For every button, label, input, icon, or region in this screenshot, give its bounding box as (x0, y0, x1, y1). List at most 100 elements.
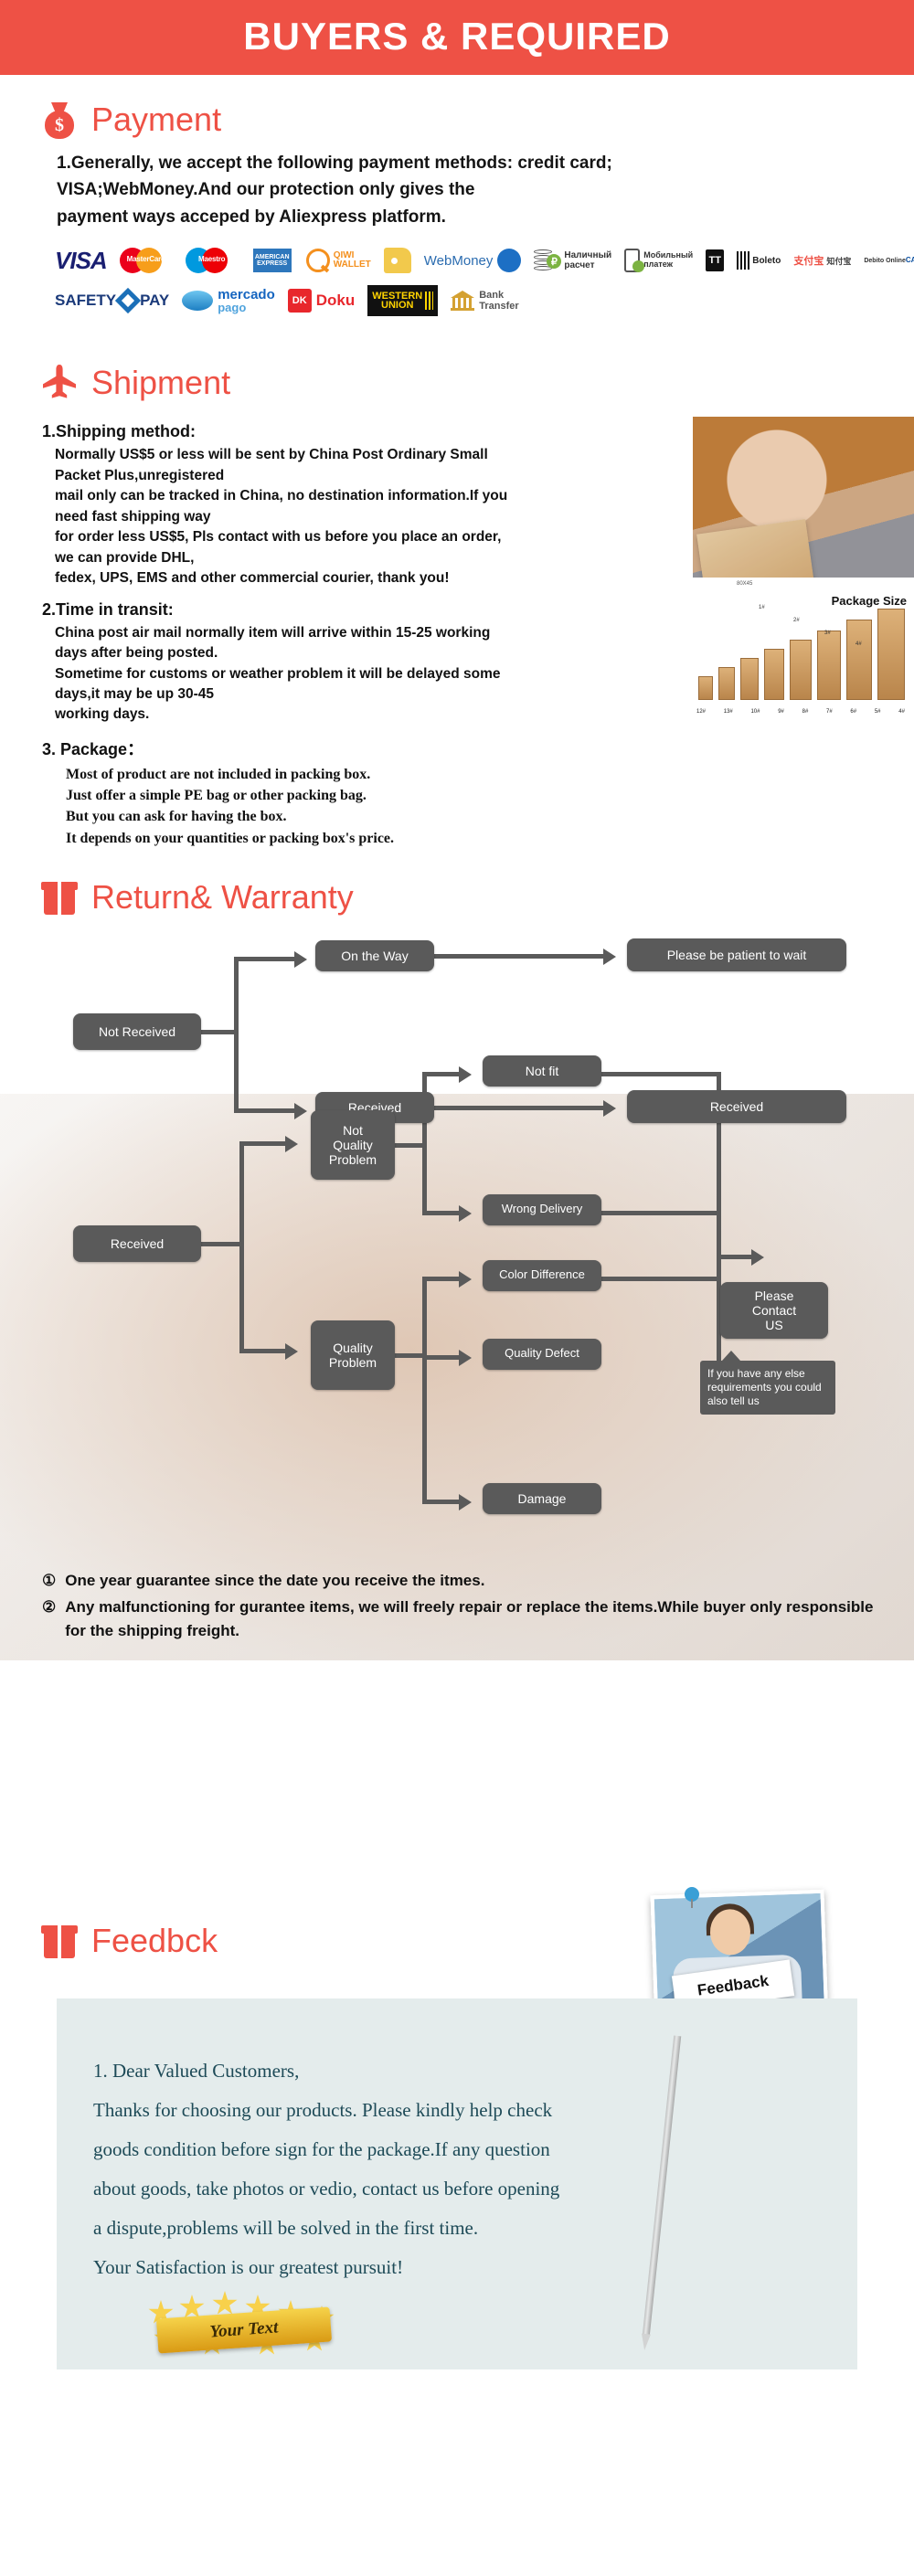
ruler-4: 8# (802, 709, 809, 716)
transit-line-1: China post air mail normally item will a… (55, 624, 491, 662)
guarantee-text-2: Any malfunctioning for gurantee items, w… (65, 1598, 874, 1639)
flow-line (422, 1276, 462, 1281)
pushpin-icon (682, 1886, 702, 1908)
flow-line (601, 1210, 720, 1215)
qiwi-label-2: WALLET (333, 260, 371, 270)
debito-label-1: Debito Online (864, 257, 906, 264)
doku-label: Doku (315, 292, 356, 310)
flow-arrow (459, 1065, 472, 1083)
transit-line-3: working days. (55, 706, 150, 723)
gift-box-icon (38, 876, 80, 918)
payment-description: 1.Generally, we accept the following pay… (0, 144, 914, 230)
bank-label-1: Bank (479, 290, 505, 302)
flow-arrow (294, 1102, 307, 1119)
webmoney-logo: WebMoney (424, 245, 522, 276)
package-line-3: But you can ask for having the box. (66, 809, 287, 825)
flow-arrow (294, 950, 307, 968)
flow-node-please-be-patient: Please be patient to wait (627, 938, 846, 971)
page-banner-title: BUYERS & REQUIRED (0, 0, 914, 75)
boleto-logo: Boleto (737, 245, 781, 276)
contact-line-3: US (765, 1317, 783, 1332)
shipping-method-line-1: Normally US$5 or less will be sent by Ch… (55, 447, 488, 483)
payment-logos-row-2: SAFETY PAY mercado pago DK Doku WESTERN … (55, 285, 914, 317)
package-label-2: 2# (793, 618, 800, 624)
ruler-5: 7# (826, 709, 833, 716)
flow-line (234, 956, 298, 961)
flow-arrow (285, 1135, 298, 1152)
warranty-flowcharts: Not Received On the Way Received Please … (0, 929, 914, 1880)
package-line-4: It depends on your quantities or packing… (66, 830, 395, 846)
flow-line (395, 1352, 426, 1358)
letter-line-4: about goods, take photos or vedio, conta… (93, 2177, 560, 2200)
webmoney-label: WebMoney (423, 252, 494, 269)
shipping-method-line-3: for order less US$5, Pls contact with us… (55, 529, 502, 566)
flow-line (434, 953, 608, 959)
flow-line (201, 1029, 238, 1034)
flow-node-please-contact-us: Please Contact US (720, 1281, 828, 1339)
qiwi-wallet-logo: QIWI WALLET (305, 245, 371, 276)
letter-line-5: a dispute,problems will be solved in the… (93, 2216, 479, 2239)
feedback-letter: 1. Dear Valued Customers, Thanks for cho… (57, 1998, 857, 2369)
payment-line-1: 1.Generally, we accept the following pay… (57, 154, 612, 173)
ribbon-label: Your Text (155, 2306, 333, 2354)
package-size-caption: Package Size (831, 594, 907, 609)
ruler-1: 13# (723, 709, 733, 716)
contact-line-1: Please (754, 1288, 794, 1303)
guarantee-item-2: ② Any malfunctioning for gurantee items,… (42, 1595, 887, 1642)
flow-node-not-quality-problem: Not Quality Problem (311, 1109, 395, 1180)
flow-line (601, 1071, 720, 1076)
letter-line-6: Your Satisfaction is our greatest pursui… (93, 2255, 404, 2278)
flow-callout-extra-requirements: If you have any else requirements you co… (700, 1350, 835, 1415)
flow-line (422, 1354, 462, 1360)
feedback-heading: Feedbck (91, 1921, 218, 1959)
bank-building-icon (451, 291, 475, 312)
flow-line (395, 1142, 426, 1148)
payment-logos: VISA MasterCard Maestro AMERICAN EXPRESS… (0, 230, 914, 331)
ruler-3: 9# (778, 709, 784, 716)
qp-line-2: Problem (328, 1354, 377, 1370)
qiwi-mark-icon (305, 249, 330, 273)
airplane-icon (38, 362, 80, 404)
flow-node-damage: Damage (483, 1482, 601, 1514)
package-line-1: Most of product are not included in pack… (66, 766, 371, 782)
nqp-line-3: Problem (328, 1151, 377, 1167)
mastercard-label: MasterCard (126, 255, 165, 264)
feedback-header-area: Feedbck Feedback (0, 1880, 914, 2028)
flow-line (422, 1499, 462, 1504)
mastercard-logo: MasterCard (119, 245, 173, 276)
safetypay-label-1: SAFETY (55, 292, 117, 310)
nalichny-raschet-logo: ₽ Наличный расчет (534, 245, 611, 276)
section-header-shipment: Shipment (0, 331, 914, 408)
money-bag-icon: $ (38, 99, 80, 141)
visa-logo: VISA (55, 246, 108, 274)
mob-label-2: платеж (643, 260, 674, 270)
debito-online-logo: Debito Online CAIXA (864, 245, 914, 276)
guarantee-list: ① One year guarantee since the date you … (0, 1569, 914, 1647)
bank-transfer-logo: Bank Transfer (451, 285, 519, 316)
your-text-ribbon: Your Text (148, 2290, 340, 2357)
ruler-6: 6# (850, 709, 857, 716)
letter-line-2: Thanks for choosing our products. Please… (93, 2098, 553, 2121)
flow-arrow (603, 948, 616, 965)
mercado-label-2: pago (218, 301, 247, 315)
contact-line-2: Contact (751, 1302, 797, 1318)
flow-node-received-start: Received (73, 1224, 201, 1262)
maestro-logo: Maestro (185, 245, 239, 276)
boleto-label: Boleto (752, 255, 781, 266)
flow-line (239, 1140, 289, 1146)
nqp-line-1: Not (343, 1122, 363, 1138)
flow-node-wrong-delivery: Wrong Delivery (483, 1193, 601, 1225)
coins-icon: ₽ (534, 249, 562, 271)
guarantee-item-1: ① One year guarantee since the date you … (42, 1569, 887, 1593)
ruler-2: 10# (750, 709, 760, 716)
ruler-7: 5# (874, 709, 881, 716)
shipping-method-body: Normally US$5 or less will be sent by Ch… (42, 445, 517, 588)
bank-label-2: Transfer (479, 301, 519, 313)
doku-logo: DK Doku (287, 285, 356, 316)
letter-line-3: goods condition before sign for the pack… (93, 2137, 550, 2160)
flow-arrow (459, 1270, 472, 1288)
flow-line (422, 1276, 427, 1503)
shipment-section: 1.Shipping method: Normally US$5 or less… (0, 408, 914, 848)
package-body: Most of product are not included in pack… (42, 764, 517, 849)
wu-barcode-icon (425, 292, 434, 311)
